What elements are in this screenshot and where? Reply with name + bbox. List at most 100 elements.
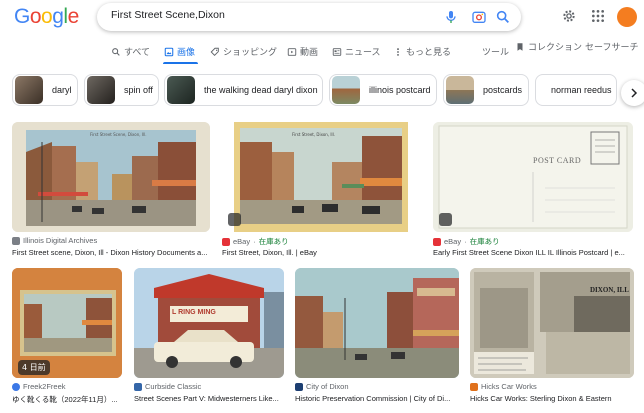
chip-thumbnail	[87, 76, 115, 104]
tools-button[interactable]: ツール	[482, 45, 509, 58]
search-bar[interactable]: First Street Scene,Dixon	[97, 3, 521, 31]
search-icon[interactable]	[495, 9, 511, 25]
result-title[interactable]: Street Scenes Part V: Midwesterners Like…	[134, 394, 284, 403]
mic-icon[interactable]	[443, 9, 459, 25]
result-source[interactable]: Illinois Digital Archives	[12, 236, 97, 245]
image-result[interactable]: 4 日前 Freek2Freek ゆく靴くる靴（2022年11月）...	[12, 268, 122, 413]
settings-gear-icon[interactable]	[561, 8, 577, 24]
tab-videos[interactable]: 動画	[287, 45, 318, 58]
chip-norman-reedus[interactable]: norman reedus	[535, 74, 617, 106]
result-title[interactable]: Historic Preservation Commission | City …	[295, 394, 459, 403]
source-name: Hicks Car Works	[481, 382, 537, 391]
google-logo[interactable]: Google	[14, 5, 79, 29]
result-image[interactable]: 4 日前	[12, 268, 122, 378]
chip-spin-off[interactable]: spin off	[84, 74, 159, 106]
result-title[interactable]: First Street, Dixon, Ill. | eBay	[222, 248, 422, 257]
favicon-icon	[12, 382, 20, 391]
chips-next-button[interactable]	[621, 80, 644, 106]
account-avatar[interactable]	[617, 7, 637, 27]
active-tab-indicator	[163, 62, 198, 64]
collections-label: コレクション	[528, 43, 583, 53]
favicon-icon	[295, 382, 303, 391]
result-source[interactable]: eBay · 在庫あり	[222, 236, 289, 247]
collections-button[interactable]: コレクション	[515, 40, 582, 53]
chip-postcards[interactable]: postcards	[443, 74, 529, 106]
image-result[interactable]: First Street, Dixon, Ill. eBay · 在庫あり Fi…	[222, 122, 422, 260]
search-tabs: すべて 画像 ショッピング 動画 ニュース もっと見る ツール コレクション セ…	[0, 42, 644, 64]
chip-label: the walking dead daryl dixon	[204, 85, 318, 95]
favicon-icon	[12, 236, 20, 245]
result-source[interactable]: Hicks Car Works	[470, 382, 537, 391]
tab-shopping[interactable]: ショッピング	[210, 45, 277, 58]
result-source[interactable]: eBay · 在庫あり	[433, 236, 500, 247]
source-name: eBay	[444, 237, 462, 246]
search-icon	[112, 47, 120, 56]
image-result[interactable]: L RING MING Curbside Classic Street Scen…	[134, 268, 284, 413]
result-image[interactable]: First Street Scene, Dixon, Ill.	[12, 122, 210, 232]
tab-images[interactable]: 画像	[164, 45, 195, 58]
result-image[interactable]: DIXON, ILL	[470, 268, 634, 378]
result-title[interactable]: First Street scene, Dixon, Ill - Dixon H…	[12, 248, 210, 257]
related-searches-chips: daryl spin off the walking dead daryl di…	[0, 74, 644, 110]
chip-label: norman reedus	[551, 85, 612, 95]
result-image[interactable]: POST CARD	[433, 122, 633, 232]
image-result[interactable]: POST CARD eBay · 在庫あり Early First Street…	[433, 122, 633, 260]
restaurant-sign: L RING MING	[172, 309, 216, 316]
chip-label: postcards	[483, 85, 523, 95]
tab-label: 画像	[177, 48, 196, 58]
chip-illinois-postcard[interactable]: illinois postcard	[329, 74, 437, 106]
tools-label: ツール	[482, 48, 510, 58]
age-badge: 4 日前	[18, 360, 50, 375]
source-name: Illinois Digital Archives	[23, 236, 98, 245]
result-title[interactable]: ゆく靴くる靴（2022年11月）...	[12, 394, 122, 405]
play-icon	[287, 47, 297, 56]
result-source[interactable]: City of Dixon	[295, 382, 349, 391]
source-name: Freek2Freek	[23, 382, 66, 391]
shopping-tag-icon	[228, 213, 241, 226]
restaurant-street-image	[134, 268, 284, 378]
result-source[interactable]: Curbside Classic	[134, 382, 201, 391]
image-result[interactable]: DIXON, ILL Hicks Car Works Hicks Car Wor…	[470, 268, 634, 413]
search-input[interactable]: First Street Scene,Dixon	[111, 9, 225, 21]
svg-text:First Street, Dixon, Ill.: First Street, Dixon, Ill.	[292, 132, 335, 137]
chip-thumbnail	[167, 76, 195, 104]
tab-all[interactable]: すべて	[111, 45, 150, 58]
result-source[interactable]: Freek2Freek	[12, 382, 66, 391]
bookmark-icon	[517, 42, 523, 51]
chip-label: spin off	[124, 85, 153, 95]
tab-label: ショッピング	[223, 48, 278, 58]
result-title[interactable]: Hicks Car Works: Sterling Dixon & Easter…	[470, 394, 634, 403]
street-scene-image	[295, 268, 459, 378]
favicon-icon	[470, 382, 478, 391]
tab-more[interactable]: もっと見る	[393, 45, 451, 58]
result-image[interactable]: First Street, Dixon, Ill.	[222, 122, 422, 232]
tab-label: もっと見る	[406, 48, 452, 58]
tag-icon	[210, 47, 219, 56]
chevron-right-icon	[631, 88, 638, 98]
street-scene-image: First Street, Dixon, Ill.	[222, 122, 422, 232]
apps-grid-icon[interactable]	[590, 8, 606, 24]
more-vert-icon	[397, 47, 399, 56]
chip-the-walking-dead-daryl-dixon[interactable]: the walking dead daryl dixon	[164, 74, 323, 106]
chip-daryl[interactable]: daryl	[12, 74, 78, 106]
dot-separator: ·	[253, 237, 256, 246]
result-image[interactable]	[295, 268, 459, 378]
svg-text:First Street Scene, Dixon, Ill: First Street Scene, Dixon, Ill.	[90, 132, 147, 137]
postcard-back-image	[433, 122, 633, 232]
result-image[interactable]: L RING MING	[134, 268, 284, 378]
image-result[interactable]: City of Dixon Historic Preservation Comm…	[295, 268, 459, 413]
result-title[interactable]: Early First Street Scene Dixon ILL IL Il…	[433, 248, 633, 257]
tab-news[interactable]: ニュース	[332, 45, 381, 58]
source-name: Curbside Classic	[145, 382, 202, 391]
chip-thumbnail	[15, 76, 43, 104]
safesearch-button[interactable]: セーフサーチ	[585, 40, 638, 53]
source-name: eBay	[233, 237, 251, 246]
camera-lens-icon[interactable]	[471, 9, 487, 25]
favicon-icon	[433, 237, 441, 246]
street-scene-image: First Street Scene, Dixon, Ill.	[12, 122, 210, 232]
dot-separator: ·	[464, 237, 467, 246]
in-stock-label: 在庫あり	[258, 237, 289, 246]
image-result[interactable]: First Street Scene, Dixon, Ill. Illinois…	[12, 122, 210, 260]
tab-label: すべて	[124, 48, 151, 58]
tab-label: ニュース	[345, 48, 381, 58]
